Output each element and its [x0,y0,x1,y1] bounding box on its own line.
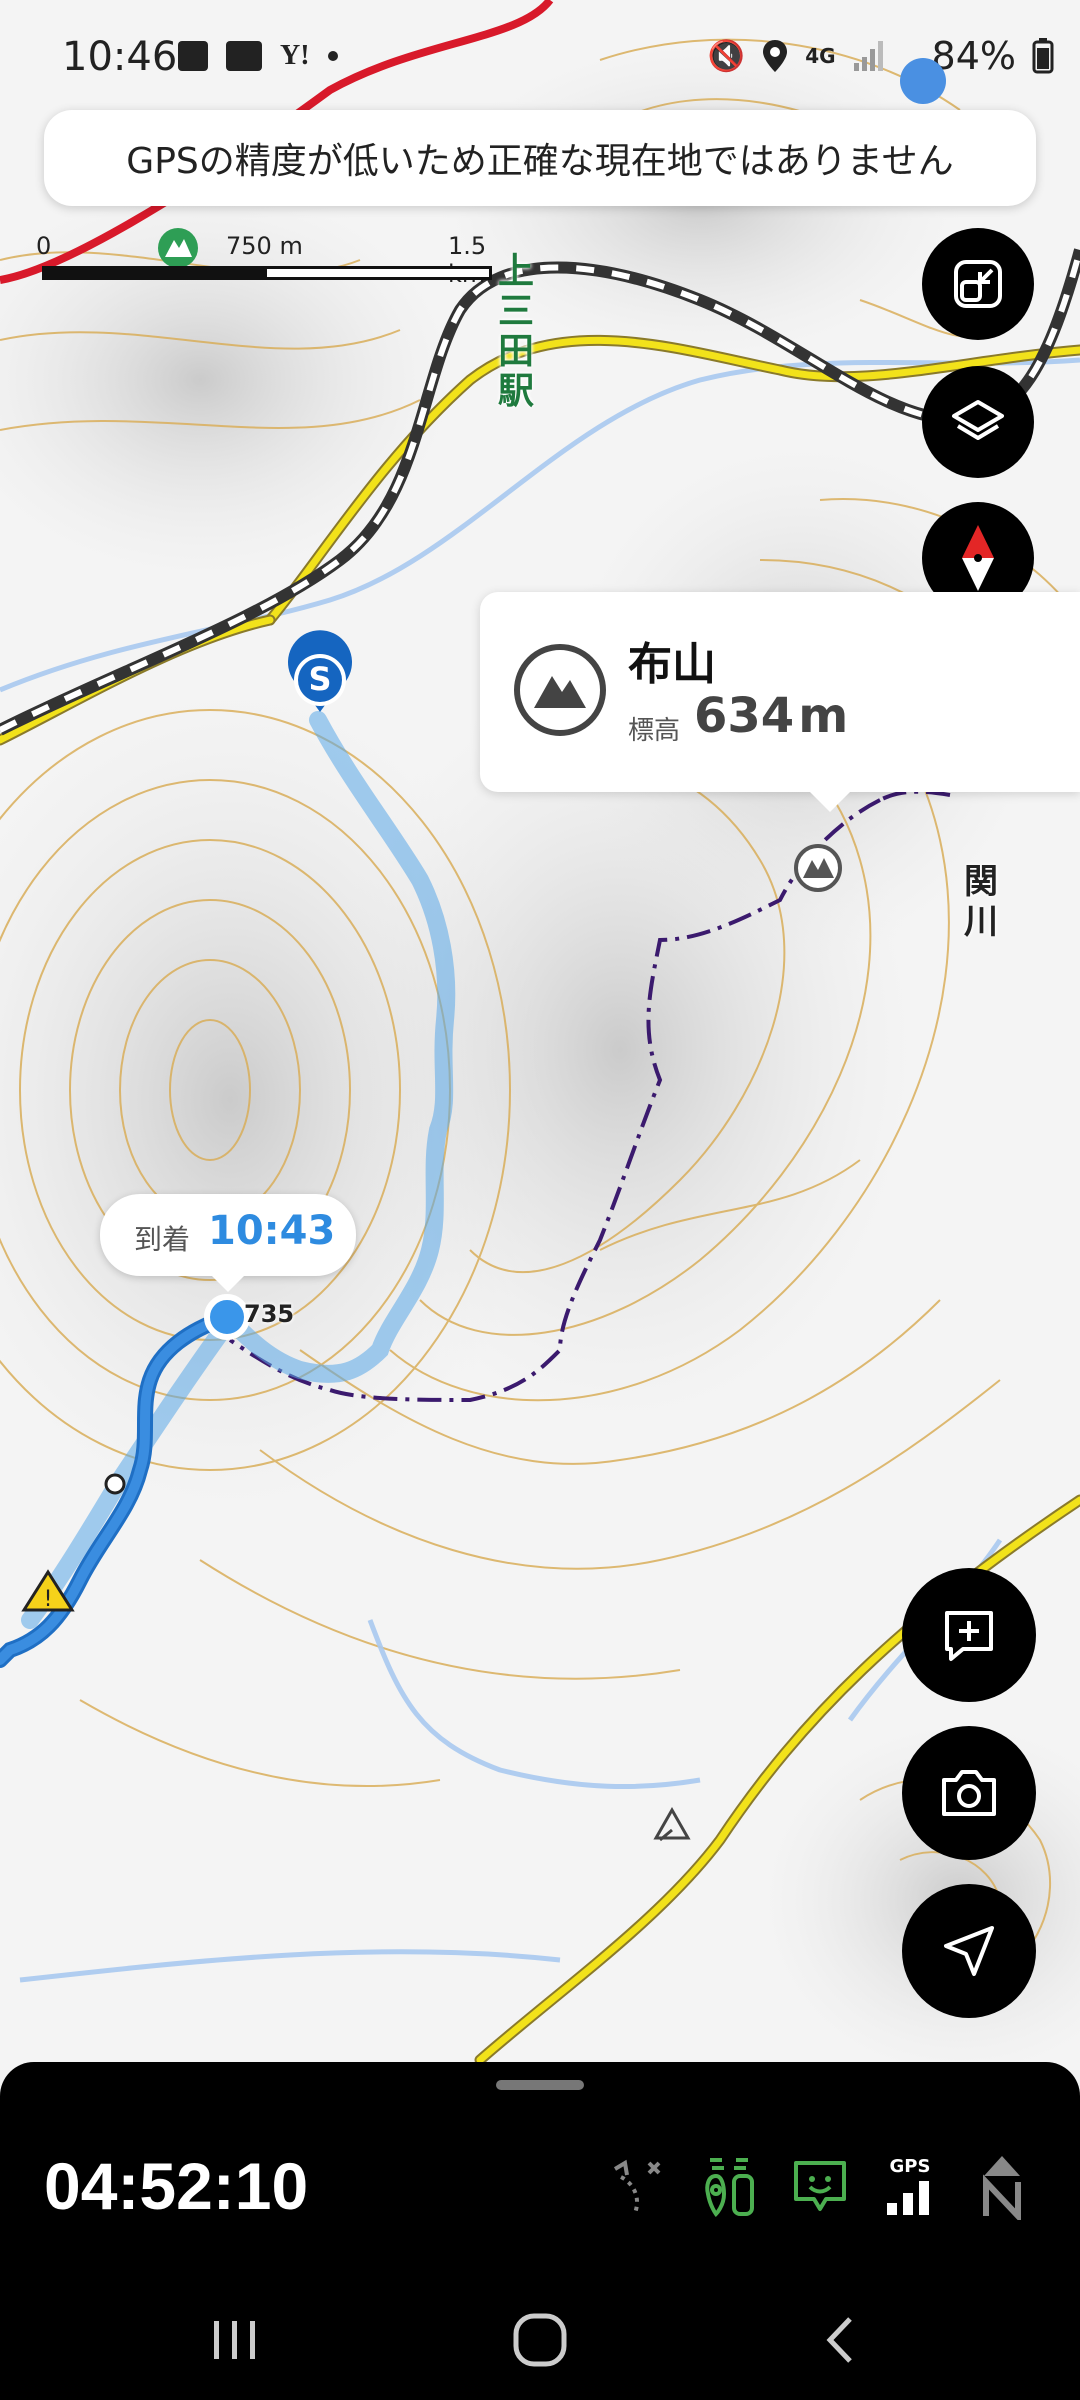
start-marker-label: S [308,660,332,698]
camera-icon [942,1770,996,1816]
station-label: 上三田駅 [498,251,535,412]
elevation-point-label: 735 [244,1300,295,1328]
layers-button[interactable] [922,366,1034,478]
gps-status-button[interactable]: GPS [880,2152,940,2222]
elapsed-time: 04:52:10 [44,2149,309,2223]
system-nav-bar [0,2270,1080,2400]
back-button[interactable] [805,2310,875,2370]
add-memo-button[interactable] [902,1568,1036,1702]
poi-name: 布山 [628,639,716,690]
chat-face-icon [794,2161,846,2211]
chat-bubble-icon [900,58,946,104]
home-button[interactable] [505,2310,575,2370]
back-icon [826,2317,852,2363]
mountain-icon [514,644,606,736]
poi-card[interactable]: 布山 標高 634m [480,592,1080,812]
route-off-icon [613,2159,661,2214]
fullscreen-icon [954,260,1002,308]
dot-icon [327,51,338,61]
gps-accuracy-warning: GPSの精度が低いため正確な現在地ではありません [44,110,1036,206]
poi-elevation-value: 634m [694,688,848,744]
companions-button[interactable] [700,2152,760,2222]
poi-elevation-label: 標高 [628,716,681,746]
system-icons: 🔇 4G 84% [708,34,1054,78]
arrival-time: 10:43 [208,1208,336,1254]
home-icon [513,2313,567,2367]
chat-button[interactable] [790,2152,850,2222]
gps-label: GPS [889,2156,931,2177]
route-off-button[interactable] [608,2152,668,2222]
add-memo-icon [945,1611,993,1661]
waypoint-marker [104,1473,126,1495]
notification-icons: Y! [178,40,338,72]
north-up-button[interactable] [972,2152,1032,2222]
poi-elevation-unit: m [798,688,849,744]
recent-apps-button[interactable] [200,2310,270,2370]
location-icon [763,40,788,72]
gps-signal-icon [887,2181,929,2215]
status-time: 10:46 [62,34,178,80]
companions-icon [705,2158,754,2218]
poi-elevation-number: 634 [694,688,795,744]
current-location-marker [204,1294,250,1340]
arrival-time-bubble: 到着 10:43 [100,1194,356,1292]
scale-mid: 750 m [226,232,303,260]
fullscreen-button[interactable] [922,228,1034,340]
battery-icon [1032,38,1054,74]
scale-line [42,266,492,280]
network-icon: 4G [805,44,836,68]
compass-icon [962,525,994,591]
drag-handle[interactable] [496,2080,584,2090]
navigation-arrow-icon [944,1926,994,1976]
north-arrow-icon [983,2156,1021,2220]
layers-icon [952,400,1004,440]
signal-icon [853,41,883,71]
yahoo-icon: Y! [280,40,310,71]
recent-apps-icon [214,2321,255,2359]
mute-icon: 🔇 [707,38,746,74]
arrival-label: 到着 [134,1223,191,1256]
shuffle-icon [226,41,262,71]
river-label: 関川 [964,862,998,942]
camera-button[interactable] [902,1726,1036,1860]
map-scale-bar: 0 750 m 1.5 km [36,232,496,292]
status-bar: 10:46 Y! 🔇 4G 84% [0,0,1080,120]
svg-text:!: ! [44,1587,53,1612]
scale-start: 0 [36,232,52,260]
gps-warning-text: GPSの精度が低いため正確な現在地ではありません [126,141,954,182]
current-location-button[interactable] [902,1884,1036,2018]
image-icon [178,41,208,71]
summit-marker [794,844,842,892]
